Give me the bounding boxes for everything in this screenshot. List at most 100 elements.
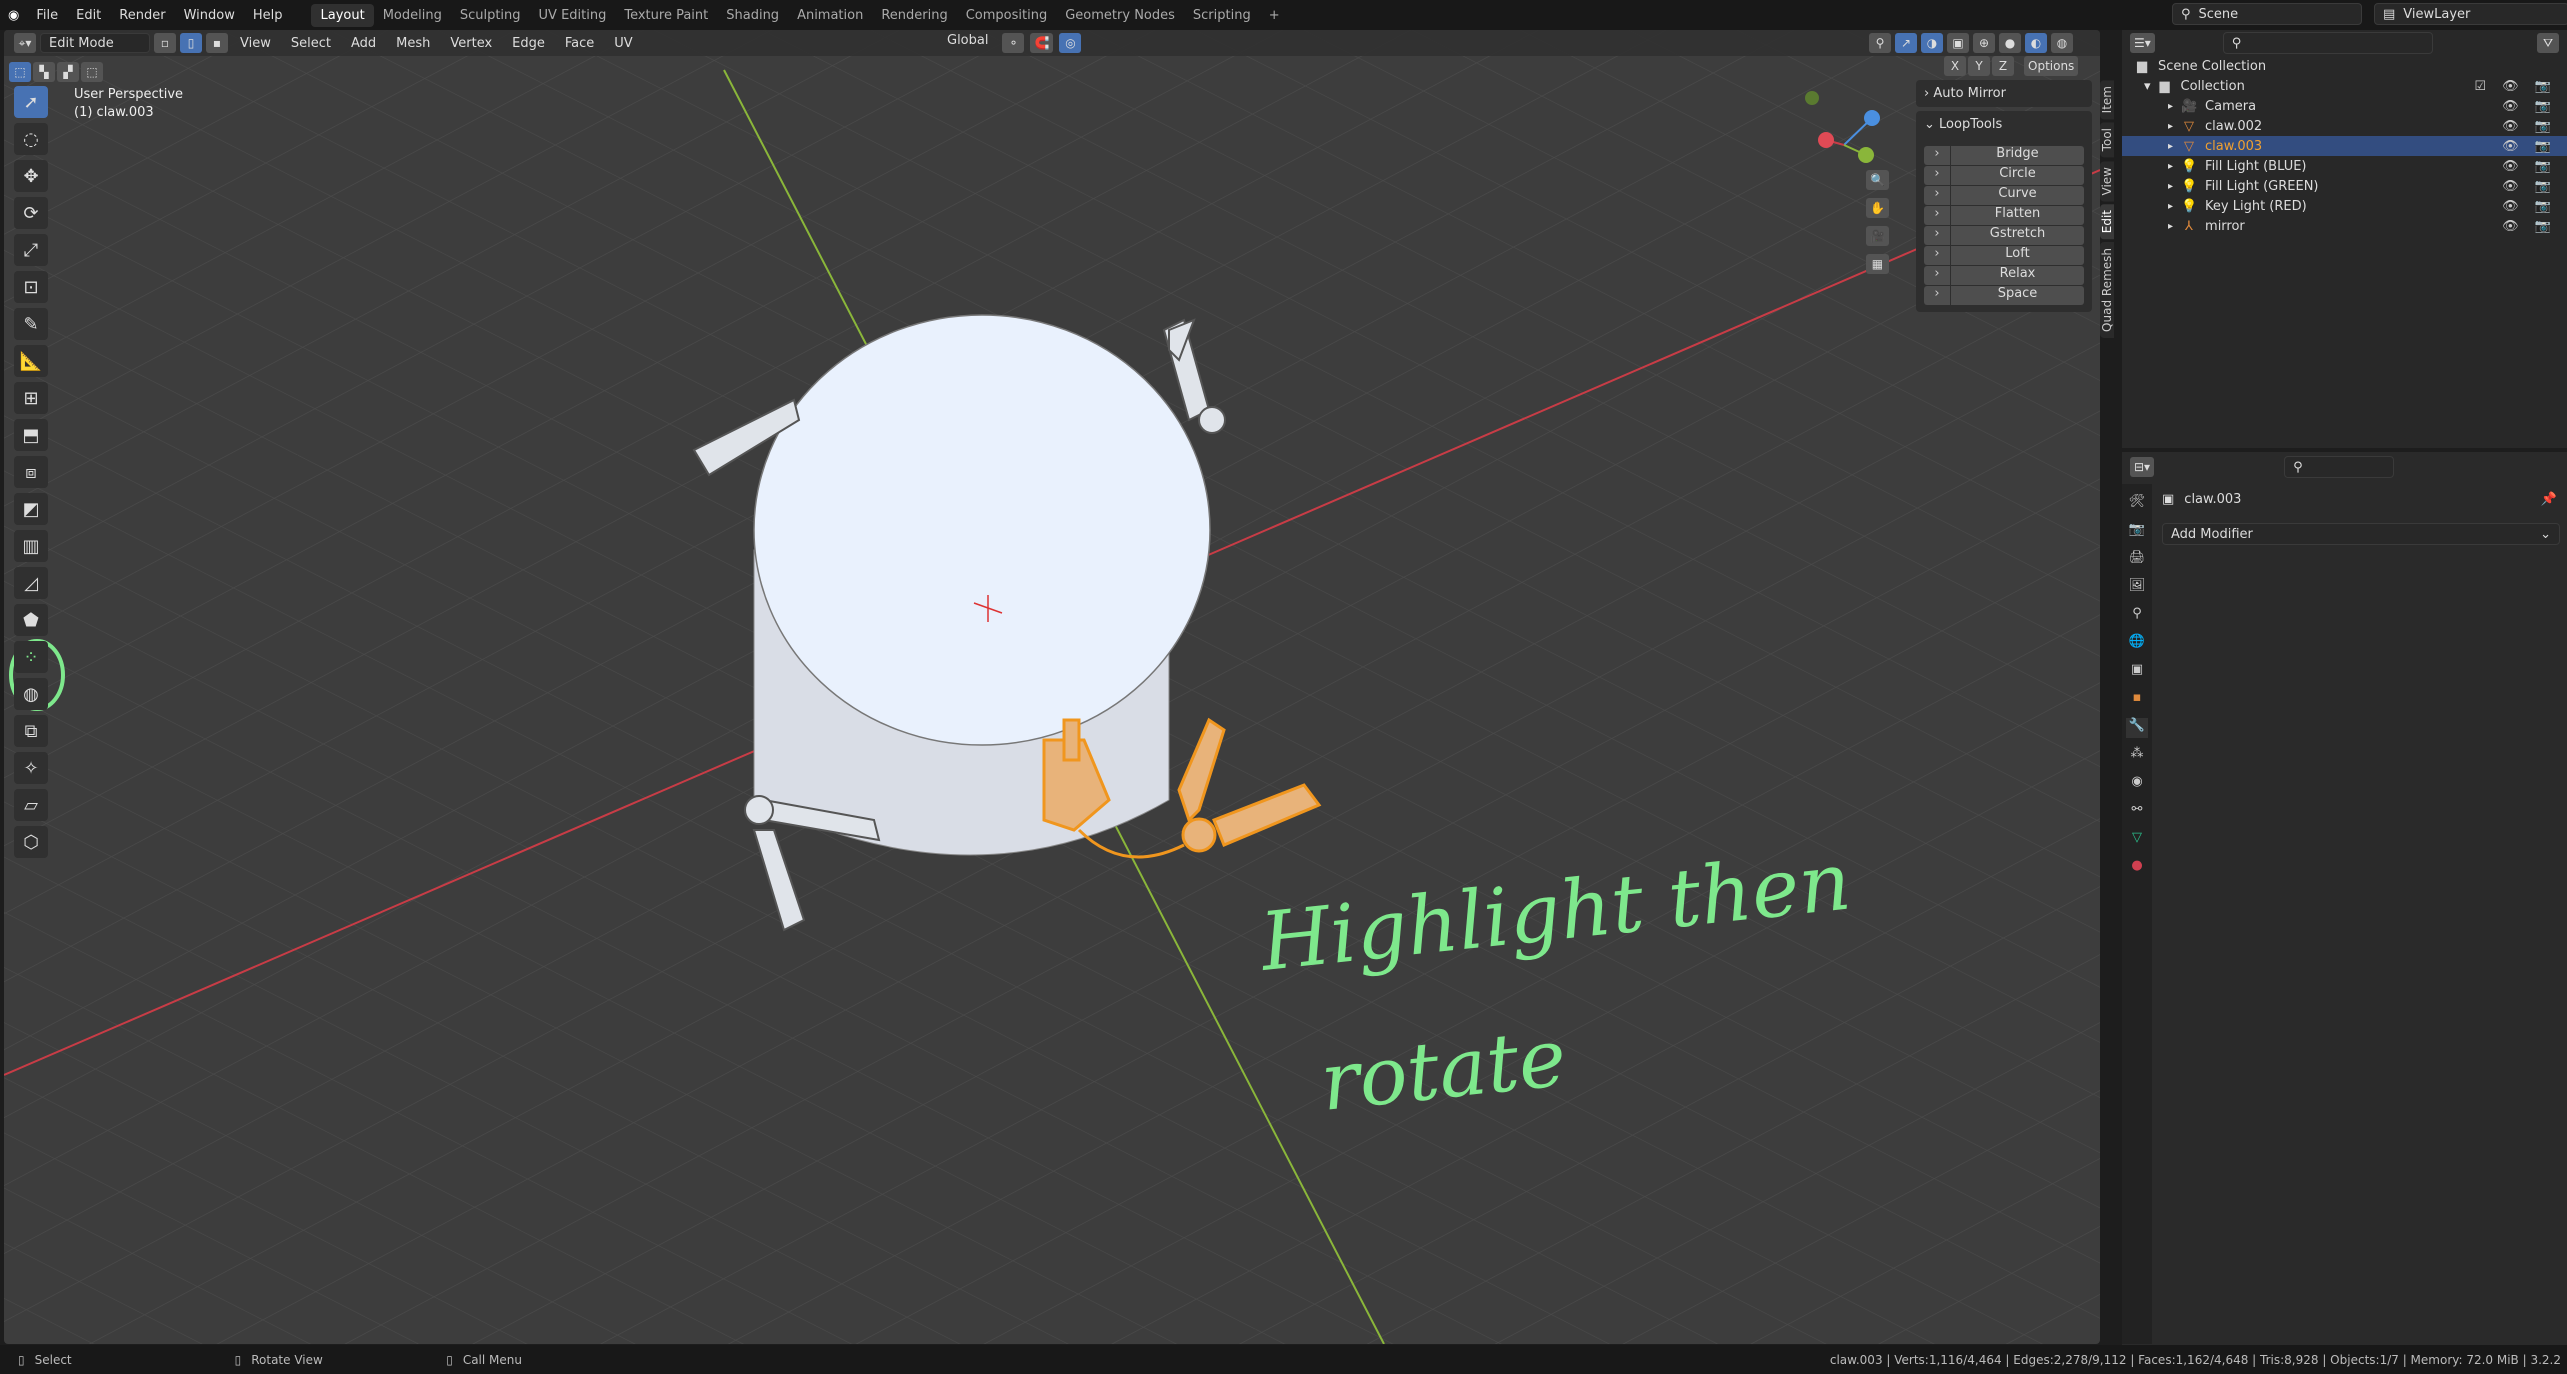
world-tab-icon[interactable]: 🌐 [2126,634,2148,654]
expand-arrow-icon[interactable]: ▸ [2168,221,2173,232]
filter-icon[interactable]: ⛛ [2537,33,2559,53]
camera-view-icon[interactable]: 🎥 [1866,226,1889,246]
knife-tool-icon[interactable]: ◿ [14,567,48,599]
output-tab-icon[interactable]: 🖨 [2126,550,2148,570]
tab-tool[interactable]: Tool [2100,122,2114,158]
menu-edit[interactable]: Edit [67,8,110,23]
extrude-tool-icon[interactable]: ⬒ [14,419,48,451]
expand-arrow-icon[interactable]: ▸ [2168,201,2173,212]
outliner-item[interactable]: ▸ 🎥 Camera 👁 📷 [2122,96,2567,116]
render-tab-icon[interactable]: 📷 [2126,522,2148,542]
options-dropdown[interactable]: Options [2024,56,2079,76]
view-layer-tab-icon[interactable]: 🖼 [2126,578,2148,598]
tool-tab-icon[interactable]: 🛠 [2126,494,2148,514]
overlay-icon[interactable]: ◑ [1921,33,1943,53]
looptools-loft-button[interactable]: › Loft [1924,246,2084,265]
looptools-circle-button[interactable]: › Circle [1924,166,2084,185]
menu-add[interactable]: Add [343,36,384,51]
editor-type-button[interactable]: ⌖▾ [14,33,36,53]
editor-type-icon[interactable]: ⊟▾ [2130,457,2155,477]
ortho-grid-icon[interactable]: ▦ [1866,254,1889,274]
tab-quad-remesh[interactable]: Quad Remesh [2100,242,2114,339]
tab-item[interactable]: Item [2100,80,2114,120]
menu-face[interactable]: Face [557,36,602,51]
smooth-tool-icon[interactable]: ◍ [14,678,48,710]
visibility-toggles[interactable]: 👁 📷 [2502,99,2557,114]
select-new-icon[interactable]: ⬚ [9,62,31,82]
object-tab-icon[interactable]: ▪ [2126,690,2148,710]
spin-tool-icon[interactable]: ⁘ [14,641,48,673]
menu-uv[interactable]: UV [606,36,640,51]
tab-layout[interactable]: Layout [311,3,374,27]
visibility-toggles[interactable]: ☑ 👁 📷 [2474,79,2557,94]
move-tool-icon[interactable]: ✥ [14,160,48,192]
display-mode-icon[interactable]: ☰▾ [2130,33,2155,53]
add-cube-tool-icon[interactable]: ⊞ [14,382,48,414]
measure-tool-icon[interactable]: 📐 [14,345,48,377]
rotate-tool-icon[interactable]: ⟳ [14,197,48,229]
add-modifier-dropdown[interactable]: Add Modifier ⌄ [2162,523,2560,545]
poly-build-tool-icon[interactable]: ⬟ [14,604,48,636]
menu-select[interactable]: Select [283,36,339,51]
collection-tab-icon[interactable]: ▣ [2126,662,2148,682]
mirror-y-button[interactable]: Y [1968,56,1990,76]
expand-arrow-icon[interactable]: ▸ [2168,121,2173,132]
shrink-fatten-tool-icon[interactable]: ✧ [14,752,48,784]
looptools-space-button[interactable]: › Space [1924,286,2084,305]
outliner-item[interactable]: ▸ 💡 Fill Light (GREEN) 👁 📷 [2122,176,2567,196]
expand-arrow-icon[interactable]: ▸ [2168,161,2173,172]
menu-edge[interactable]: Edge [504,36,553,51]
face-select-button[interactable]: ▪ [206,33,228,53]
menu-window[interactable]: Window [175,8,244,23]
collection-row[interactable]: ▾ ▆ Collection ☑ 👁 📷 [2122,76,2567,96]
tab-uv-editing[interactable]: UV Editing [530,4,616,27]
outliner-item[interactable]: ▸ 💡 Fill Light (BLUE) 👁 📷 [2122,156,2567,176]
outliner-item[interactable]: ▸ 💡 Key Light (RED) 👁 📷 [2122,196,2567,216]
proportional-edit-icon[interactable]: ◎ [1059,33,1082,53]
menu-render[interactable]: Render [110,8,174,23]
tab-shading[interactable]: Shading [717,4,788,27]
visibility-icon[interactable]: ⚲ [1869,33,1891,53]
material-shading-icon[interactable]: ◐ [2025,33,2047,53]
shear-tool-icon[interactable]: ▱ [14,789,48,821]
xray-icon[interactable]: ▣ [1947,33,1969,53]
gizmo-icon[interactable]: ↗ [1895,33,1917,53]
snap-icon[interactable]: 🧲 [1030,33,1054,53]
pin-icon[interactable]: 📌 [2541,492,2557,507]
wireframe-shading-icon[interactable]: ⊕ [1973,33,1995,53]
scene-tab-icon[interactable]: ⚲ [2126,606,2148,626]
tab-rendering[interactable]: Rendering [872,4,956,27]
loop-cut-tool-icon[interactable]: ▥ [14,530,48,562]
annotate-tool-icon[interactable]: ✎ [14,308,48,340]
outliner-search-input[interactable]: ⚲ [2222,32,2433,54]
visibility-toggles[interactable]: 👁 📷 [2502,199,2557,214]
blender-logo-icon[interactable]: ◉ [0,8,27,23]
inset-tool-icon[interactable]: ⧈ [14,456,48,488]
edge-slide-tool-icon[interactable]: ⧉ [14,715,48,747]
rendered-shading-icon[interactable]: ◍ [2051,33,2073,53]
scale-tool-icon[interactable]: ⤢ [14,234,48,266]
menu-view[interactable]: View [232,36,279,51]
looptools-curve-button[interactable]: › Curve [1924,186,2084,205]
mirror-x-button[interactable]: X [1944,56,1966,76]
outliner-item[interactable]: ▸ ▽ claw.003 👁 📷 [2122,136,2567,156]
edge-select-button[interactable]: ▯ [180,33,202,53]
scene-selector[interactable]: ⚲ Scene [2172,3,2362,25]
expand-arrow-icon[interactable]: ▸ [2168,181,2173,192]
visibility-toggles[interactable]: 👁 📷 [2502,159,2557,174]
material-tab-icon[interactable]: ● [2126,858,2148,878]
tab-edit[interactable]: Edit [2100,204,2114,240]
constraints-tab-icon[interactable]: ⚯ [2126,802,2148,822]
physics-tab-icon[interactable]: ◉ [2126,774,2148,794]
rip-tool-icon[interactable]: ⬡ [14,826,48,858]
tab-animation[interactable]: Animation [788,4,872,27]
menu-mesh[interactable]: Mesh [388,36,438,51]
tab-compositing[interactable]: Compositing [957,4,1057,27]
looptools-gstretch-button[interactable]: › Gstretch [1924,226,2084,245]
tab-geometry-nodes[interactable]: Geometry Nodes [1056,4,1184,27]
visibility-toggles[interactable]: 👁 📷 [2502,119,2557,134]
mirror-z-button[interactable]: Z [1992,56,2014,76]
scene-collection-row[interactable]: ▆ Scene Collection [2122,56,2567,76]
expand-arrow-icon[interactable]: ▸ [2168,141,2173,152]
tab-modeling[interactable]: Modeling [374,4,451,27]
